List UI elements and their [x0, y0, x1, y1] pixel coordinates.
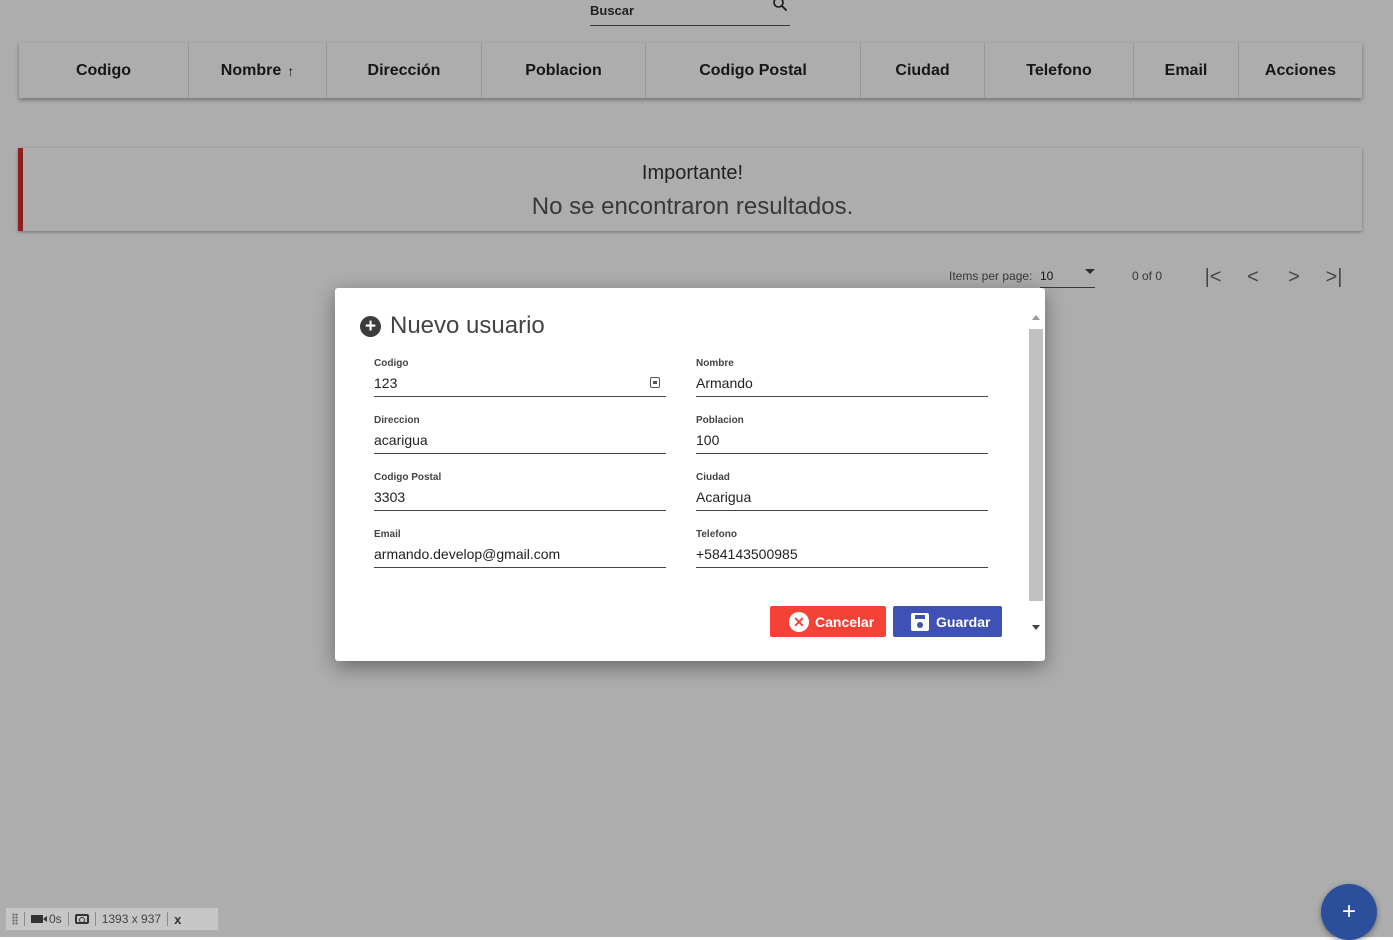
save-icon: [911, 612, 929, 631]
camera-icon: [74, 914, 89, 924]
codigo-postal-input[interactable]: 3303: [374, 489, 405, 505]
direccion-field[interactable]: Direccion acarigua: [374, 415, 666, 454]
viewport-dimensions: 1393 x 937: [96, 912, 169, 926]
nombre-field[interactable]: Nombre Armando: [696, 358, 988, 397]
codigo-postal-field[interactable]: Codigo Postal 3303: [374, 472, 666, 511]
codigo-input[interactable]: 123: [374, 375, 397, 391]
poblacion-field[interactable]: Poblacion 100: [696, 415, 988, 454]
codigo-label: Codigo: [374, 358, 409, 369]
cancel-button[interactable]: ✕ Cancelar: [770, 606, 886, 637]
poblacion-label: Poblacion: [696, 415, 744, 426]
email-label: Email: [374, 529, 401, 540]
codigo-postal-label: Codigo Postal: [374, 472, 442, 483]
close-recorder-button[interactable]: x: [168, 911, 187, 927]
cancel-icon: ✕: [789, 611, 809, 632]
nombre-label: Nombre: [696, 358, 734, 369]
save-button[interactable]: Guardar: [893, 606, 1002, 637]
add-circle-icon: +: [360, 315, 381, 337]
drag-handle[interactable]: [6, 912, 25, 926]
close-icon: x: [174, 911, 182, 927]
telefono-field[interactable]: Telefono +584143500985: [696, 529, 988, 568]
direccion-label: Direccion: [374, 415, 420, 426]
scrollbar-thumb[interactable]: [1029, 329, 1043, 601]
video-camera-icon: [31, 915, 47, 923]
telefono-label: Telefono: [696, 529, 737, 540]
new-user-dialog: + Nuevo usuario Codigo 123 Nombre Armand…: [335, 288, 1045, 661]
ciudad-field[interactable]: Ciudad Acarigua: [696, 472, 988, 511]
screenshot-button[interactable]: [69, 912, 96, 926]
recorder-toolbar: 0s 1393 x 937 x: [5, 907, 219, 931]
save-button-label: Guardar: [936, 613, 991, 630]
nombre-input[interactable]: Armando: [696, 375, 753, 391]
dialog-title-text: Nuevo usuario: [390, 312, 545, 339]
dialog-scrollbar[interactable]: [1029, 311, 1043, 637]
codigo-field[interactable]: Codigo 123: [374, 358, 666, 397]
cancel-button-label: Cancelar: [815, 613, 875, 630]
dialog-title: + Nuevo usuario: [360, 312, 545, 340]
contact-card-icon: [650, 377, 660, 388]
add-fab-button[interactable]: +: [1321, 884, 1377, 940]
telefono-input[interactable]: +584143500985: [696, 546, 798, 562]
scroll-up-arrow-icon[interactable]: [1032, 315, 1040, 320]
scroll-down-arrow-icon[interactable]: [1032, 625, 1040, 630]
ciudad-label: Ciudad: [696, 472, 730, 483]
grip-icon: [12, 913, 18, 925]
poblacion-input[interactable]: 100: [696, 432, 719, 448]
email-input[interactable]: armando.develop@gmail.com: [374, 546, 560, 562]
ciudad-input[interactable]: Acarigua: [696, 489, 751, 505]
direccion-input[interactable]: acarigua: [374, 432, 428, 448]
recording-duration: 0s: [49, 912, 62, 926]
record-button[interactable]: 0s: [25, 912, 69, 926]
email-field[interactable]: Email armando.develop@gmail.com: [374, 529, 666, 568]
